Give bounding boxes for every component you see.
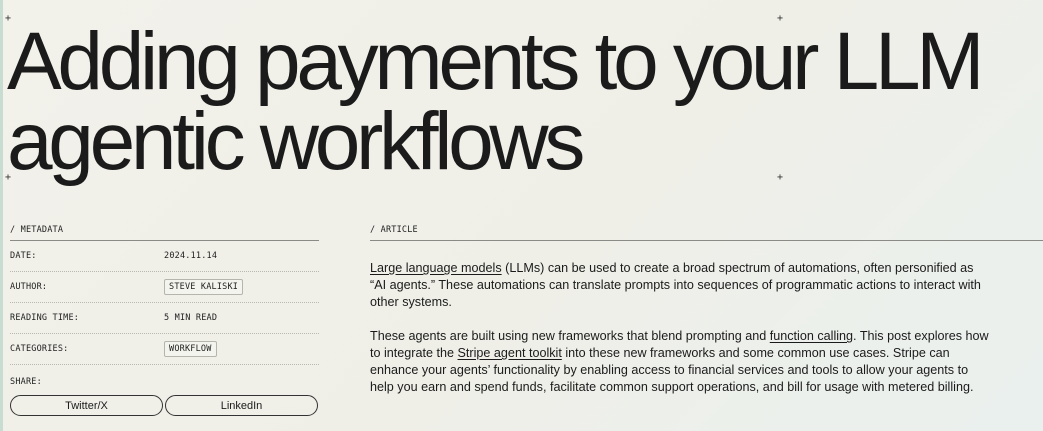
page-title-line-1: Adding payments to your LLM	[7, 16, 985, 107]
reading-time-value: 5 MIN READ	[164, 313, 218, 323]
share-linkedin-button[interactable]: LinkedIn	[165, 395, 318, 416]
author-label: AUTHOR:	[10, 282, 48, 292]
article-section-label: / ARTICLE	[370, 225, 1043, 241]
article-panel: / ARTICLE Large language models (LLMs) c…	[370, 225, 1043, 396]
paragraph-2-text-1: These agents are built using new framewo…	[370, 329, 770, 343]
metadata-row-author: AUTHOR: STEVE KALISKI	[10, 272, 319, 303]
page-title: Adding payments to your LLM agentic work…	[7, 16, 1037, 187]
author-tag[interactable]: STEVE KALISKI	[164, 279, 244, 295]
reading-time-label: READING TIME:	[10, 313, 80, 323]
metadata-panel: / METADATA DATE: 2024.11.14 AUTHOR: STEV…	[10, 225, 319, 416]
metadata-section-label: / METADATA	[10, 225, 319, 241]
left-edge-accent	[0, 0, 3, 431]
article-paragraph-2: These agents are built using new framewo…	[370, 328, 990, 396]
share-label: SHARE:	[10, 377, 42, 387]
date-label: DATE:	[10, 251, 37, 261]
metadata-row-date: DATE: 2024.11.14	[10, 241, 319, 272]
metadata-row-categories: CATEGORIES: WORKFLOW	[10, 334, 319, 365]
llm-link[interactable]: Large language models	[370, 261, 502, 275]
date-value: 2024.11.14	[164, 251, 218, 261]
function-calling-link[interactable]: function calling	[770, 329, 853, 343]
share-twitter-button[interactable]: Twitter/X	[10, 395, 163, 416]
categories-label: CATEGORIES:	[10, 344, 69, 354]
share-buttons: Twitter/X LinkedIn	[10, 395, 319, 416]
article-paragraph-1: Large language models (LLMs) can be used…	[370, 260, 990, 311]
stripe-agent-toolkit-link[interactable]: Stripe agent toolkit	[458, 346, 562, 360]
page-title-line-2: agentic workflows	[7, 96, 585, 187]
category-tag[interactable]: WORKFLOW	[164, 341, 217, 357]
metadata-row-reading-time: READING TIME: 5 MIN READ	[10, 303, 319, 334]
